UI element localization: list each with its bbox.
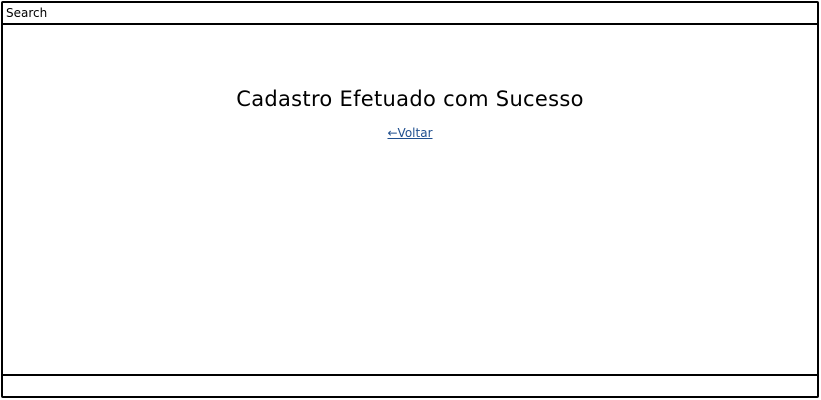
main-content: Cadastro Efetuado com Sucesso ←Voltar <box>3 25 817 374</box>
back-link[interactable]: ←Voltar <box>388 126 433 140</box>
footer-bar <box>3 374 817 396</box>
back-link-container: ←Voltar <box>3 126 817 140</box>
browser-window: Cadastro Efetuado com Sucesso ←Voltar <box>1 1 819 398</box>
search-bar <box>3 3 817 25</box>
page-title: Cadastro Efetuado com Sucesso <box>236 87 584 111</box>
search-input[interactable] <box>6 3 817 23</box>
